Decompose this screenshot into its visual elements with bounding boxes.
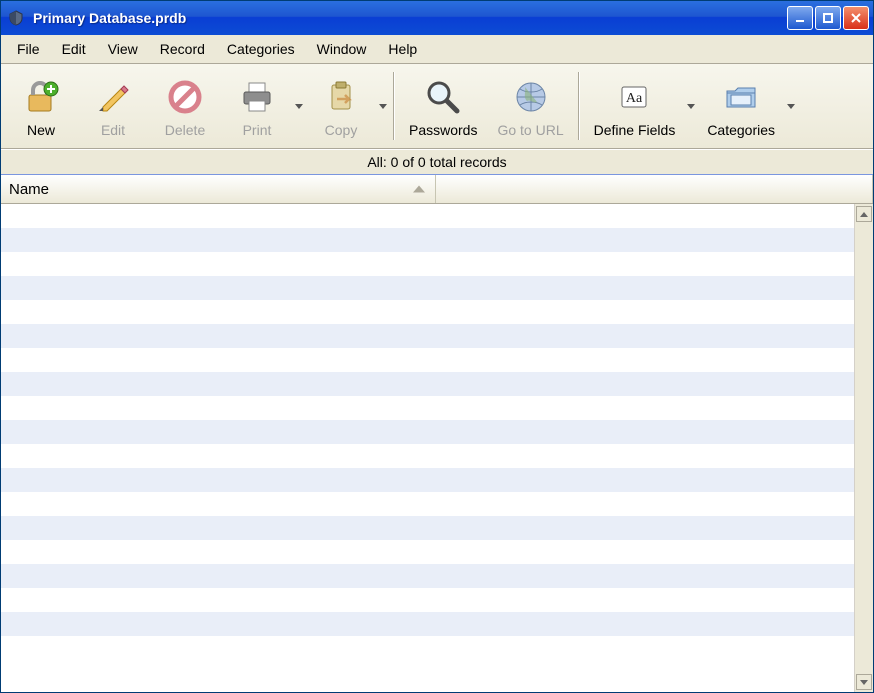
- titlebar: Primary Database.prdb: [1, 1, 873, 35]
- menu-file[interactable]: File: [7, 39, 50, 59]
- chevron-down-icon: [295, 104, 303, 109]
- app-window: Primary Database.prdb File Edit View Rec…: [0, 0, 874, 693]
- toolbar: New Edit: [1, 64, 873, 149]
- passwords-button[interactable]: Passwords: [399, 72, 487, 140]
- svg-text:Aa: Aa: [626, 91, 643, 106]
- chevron-up-icon: [860, 212, 868, 217]
- delete-button[interactable]: Delete: [149, 72, 221, 140]
- table-row: [1, 420, 854, 444]
- table-row: [1, 492, 854, 516]
- passwords-label: Passwords: [409, 122, 477, 138]
- gotourl-label: Go to URL: [497, 122, 563, 138]
- menu-view[interactable]: View: [98, 39, 148, 59]
- chevron-down-icon: [860, 680, 868, 685]
- menu-categories[interactable]: Categories: [217, 39, 305, 59]
- table-row: [1, 228, 854, 252]
- table-row: [1, 300, 854, 324]
- grid-area: [1, 204, 873, 692]
- window-title: Primary Database.prdb: [33, 10, 787, 26]
- chevron-down-icon: [379, 104, 387, 109]
- maximize-button[interactable]: [815, 6, 841, 30]
- table-row: [1, 612, 854, 636]
- copy-dropdown[interactable]: [377, 86, 389, 126]
- table-row: [1, 564, 854, 588]
- table-row: [1, 588, 854, 612]
- table-row: [1, 444, 854, 468]
- toolbar-group-search: Passwords Go to URL: [395, 64, 578, 148]
- printer-icon: [236, 76, 278, 118]
- categories-dropdown[interactable]: [785, 86, 797, 126]
- column-name-label: Name: [9, 181, 49, 198]
- record-grid[interactable]: [1, 204, 854, 692]
- scroll-down-button[interactable]: [856, 674, 872, 690]
- menubar: File Edit View Record Categories Window …: [1, 35, 873, 64]
- column-empty[interactable]: [436, 175, 873, 203]
- pencil-icon: [92, 76, 134, 118]
- no-entry-icon: [164, 76, 206, 118]
- fields-icon: Aa: [613, 76, 655, 118]
- categories-label: Categories: [707, 122, 775, 138]
- chevron-down-icon: [687, 104, 695, 109]
- definefields-label: Define Fields: [594, 122, 676, 138]
- categories-button[interactable]: Categories: [697, 72, 785, 140]
- vertical-scrollbar[interactable]: [854, 204, 873, 692]
- gotourl-button[interactable]: Go to URL: [487, 72, 573, 140]
- globe-icon: [510, 76, 552, 118]
- minimize-button[interactable]: [787, 6, 813, 30]
- table-row: [1, 252, 854, 276]
- column-header: Name: [1, 175, 873, 204]
- print-label: Print: [243, 122, 272, 138]
- chevron-down-icon: [787, 104, 795, 109]
- table-row: [1, 372, 854, 396]
- copy-label: Copy: [325, 122, 358, 138]
- definefields-button[interactable]: Aa Define Fields: [584, 72, 686, 140]
- new-label: New: [27, 122, 55, 138]
- copy-button[interactable]: Copy: [305, 72, 377, 140]
- clipboard-arrow-icon: [320, 76, 362, 118]
- table-row: [1, 348, 854, 372]
- definefields-dropdown[interactable]: [685, 86, 697, 126]
- toolbar-group-record: New Edit: [1, 64, 393, 148]
- menu-edit[interactable]: Edit: [52, 39, 96, 59]
- app-icon: [7, 9, 25, 27]
- magnifier-icon: [422, 76, 464, 118]
- edit-button[interactable]: Edit: [77, 72, 149, 140]
- lock-new-icon: [20, 76, 62, 118]
- table-row: [1, 204, 854, 228]
- window-buttons: [787, 6, 869, 30]
- table-row: [1, 396, 854, 420]
- print-button[interactable]: Print: [221, 72, 293, 140]
- menu-help[interactable]: Help: [378, 39, 427, 59]
- table-row: [1, 276, 854, 300]
- column-name[interactable]: Name: [1, 175, 436, 203]
- folder-icon: [720, 76, 762, 118]
- record-count-bar: All: 0 of 0 total records: [1, 149, 873, 175]
- print-dropdown[interactable]: [293, 86, 305, 126]
- menu-record[interactable]: Record: [150, 39, 215, 59]
- sort-ascending-icon: [413, 186, 425, 193]
- toolbar-group-config: Aa Define Fields Categories: [580, 64, 801, 148]
- close-button[interactable]: [843, 6, 869, 30]
- table-row: [1, 516, 854, 540]
- edit-label: Edit: [101, 122, 125, 138]
- table-row: [1, 468, 854, 492]
- table-row: [1, 540, 854, 564]
- menu-window[interactable]: Window: [307, 39, 377, 59]
- table-row: [1, 324, 854, 348]
- delete-label: Delete: [165, 122, 205, 138]
- new-button[interactable]: New: [5, 72, 77, 140]
- scroll-up-button[interactable]: [856, 206, 872, 222]
- record-count-text: All: 0 of 0 total records: [367, 154, 506, 170]
